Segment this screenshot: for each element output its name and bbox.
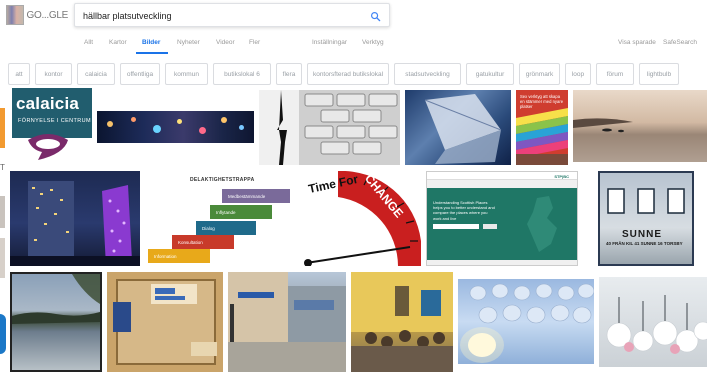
image-result-city-night[interactable] bbox=[97, 111, 254, 143]
website-search-button bbox=[483, 224, 497, 229]
tab-images[interactable]: Bilder bbox=[142, 39, 160, 46]
chip[interactable]: stadsutveckling bbox=[394, 63, 461, 85]
ladder-step: Medbestämmande bbox=[222, 189, 290, 203]
bokeh-light bbox=[177, 119, 182, 124]
crowd-photo bbox=[351, 272, 453, 372]
image-result-paper-lanterns[interactable] bbox=[599, 277, 707, 367]
search-input[interactable] bbox=[83, 8, 353, 24]
tab-tools[interactable]: Verktyg bbox=[362, 39, 384, 46]
website-brand: STP|BC bbox=[554, 174, 569, 179]
bokeh-light bbox=[107, 121, 113, 127]
search-icon bbox=[370, 11, 380, 21]
lightbulbs-photo bbox=[460, 283, 594, 363]
bokeh-light bbox=[153, 125, 161, 133]
related-search-chips: att kontor calaicia offentliga kommun bu… bbox=[0, 59, 707, 87]
chip[interactable]: kontor bbox=[35, 63, 72, 85]
calaicia-pin-icon bbox=[28, 134, 68, 160]
left-edge-letter: T bbox=[0, 163, 5, 172]
chip[interactable]: flera bbox=[276, 63, 302, 85]
image-result-crowd-event[interactable] bbox=[351, 272, 453, 372]
calaicia-logo-box: calaicia FÖRNYELSE I CENTRUM bbox=[12, 88, 92, 138]
chip[interactable]: gatukultur bbox=[466, 63, 514, 85]
chip[interactable]: grönmark bbox=[519, 63, 560, 85]
active-tab-indicator bbox=[136, 52, 168, 54]
ladder-step: Konsultation bbox=[172, 235, 234, 249]
saved-images-link[interactable]: Visa sparade bbox=[618, 39, 656, 46]
ladder-step: Information bbox=[148, 249, 210, 263]
website-hero: Understanding Scottish Places helps you … bbox=[427, 188, 577, 260]
image-result-street-corner[interactable] bbox=[228, 272, 346, 372]
image-result-sunset-boats[interactable] bbox=[573, 90, 707, 162]
website-search-field bbox=[433, 224, 479, 229]
tab-more[interactable]: Fler bbox=[249, 39, 260, 46]
chip[interactable]: offentliga bbox=[120, 63, 160, 85]
bokeh-light bbox=[131, 117, 136, 122]
tab-settings[interactable]: Inställningar bbox=[312, 39, 347, 46]
search-box bbox=[74, 3, 390, 27]
left-edge-panel: T bbox=[0, 88, 8, 372]
image-result-bricks[interactable] bbox=[259, 90, 400, 165]
image-result-lake-view[interactable] bbox=[10, 272, 102, 372]
tab-news[interactable]: Nyheter bbox=[177, 39, 200, 46]
street-photo bbox=[228, 272, 346, 372]
image-result-book-cover[interactable]: Sex verktyg att skapa en stämmer med nya… bbox=[516, 90, 568, 165]
left-edge-blue-tab[interactable] bbox=[0, 314, 6, 354]
sunne-sign-text: SUNNE bbox=[622, 229, 663, 240]
image-result-time-for-change[interactable]: Time For CHANGE bbox=[298, 171, 421, 266]
image-result-folded-paper[interactable] bbox=[405, 90, 511, 165]
bokeh-light bbox=[199, 127, 206, 134]
tab-videos[interactable]: Videor bbox=[216, 39, 235, 46]
tab-all[interactable]: Allt bbox=[84, 39, 93, 46]
bokeh-light bbox=[239, 125, 244, 130]
chip[interactable]: kommun bbox=[165, 63, 208, 85]
book-title: Sex verktyg att skapa en stämmer med nya… bbox=[520, 94, 564, 110]
logo-text: GO...GLE bbox=[26, 9, 68, 21]
website-map-shape bbox=[527, 196, 557, 252]
calaicia-title: calaicia bbox=[16, 94, 80, 113]
sunne-distance-text: 40 FRÅN KIL 41 SUNNE 16 TORSBY bbox=[606, 241, 683, 246]
bokeh-light bbox=[221, 117, 227, 123]
header: GO...GLE Allt Kartor Bilder Nyheter Vide… bbox=[0, 0, 707, 58]
chip[interactable]: lightbulb bbox=[639, 63, 679, 85]
left-edge-orange-block bbox=[0, 108, 5, 148]
image-result-skyscraper-night[interactable] bbox=[10, 171, 140, 266]
google-doodle-logo[interactable]: GO...GLE bbox=[6, 4, 68, 26]
chip[interactable]: förum bbox=[596, 63, 634, 85]
tab-maps[interactable]: Kartor bbox=[109, 39, 127, 46]
sunset-photo bbox=[573, 118, 633, 133]
calaicia-subtitle: FÖRNYELSE I CENTRUM bbox=[18, 118, 91, 124]
sunne-building: SUNNE 40 FRÅN KIL 41 SUNNE 16 TORSBY bbox=[600, 173, 692, 264]
sunne-windows bbox=[607, 188, 685, 214]
image-result-sunne-sign[interactable]: SUNNE 40 FRÅN KIL 41 SUNNE 16 TORSBY bbox=[598, 171, 694, 266]
image-result-shop-window[interactable] bbox=[107, 272, 223, 372]
chip[interactable]: butikslokal 6 bbox=[213, 63, 271, 85]
doodle-image bbox=[6, 5, 25, 25]
skyscraper-photo bbox=[10, 181, 140, 266]
lake-photo bbox=[12, 274, 100, 324]
lanterns-photo bbox=[606, 295, 707, 354]
image-result-lightbulbs[interactable] bbox=[458, 279, 594, 364]
left-edge-image bbox=[0, 238, 5, 278]
folded-paper-photo bbox=[424, 94, 502, 164]
search-button[interactable] bbox=[367, 8, 383, 24]
left-edge-image bbox=[0, 196, 5, 228]
ladder-step: Inflytande bbox=[210, 205, 272, 219]
tab-bar: Allt Kartor Bilder Nyheter Videor Fler I… bbox=[0, 36, 707, 56]
safesearch-link[interactable]: SafeSearch bbox=[663, 39, 697, 46]
book-rainbow-arrows bbox=[516, 108, 568, 165]
ladder-step: Dialog bbox=[196, 221, 256, 235]
chip[interactable]: calaicia bbox=[77, 63, 115, 85]
chip[interactable]: att bbox=[8, 63, 30, 85]
image-result-calaicia[interactable]: calaicia FÖRNYELSE I CENTRUM bbox=[10, 88, 92, 166]
website-heading: Understanding Scottish Places helps you … bbox=[433, 200, 495, 221]
image-result-website-screenshot[interactable]: STP|BC Understanding Scottish Places hel… bbox=[426, 171, 578, 266]
shop-photo bbox=[107, 272, 223, 372]
image-result-participation-ladder[interactable]: DELAKTIGHETSTRAPPA Medbestämmande Inflyt… bbox=[146, 171, 293, 266]
ladder-title: DELAKTIGHETSTRAPPA bbox=[190, 177, 255, 183]
bricks-photo bbox=[259, 90, 400, 165]
chip[interactable]: kontorsfterad butikslokal bbox=[307, 63, 389, 85]
chip[interactable]: loop bbox=[565, 63, 591, 85]
